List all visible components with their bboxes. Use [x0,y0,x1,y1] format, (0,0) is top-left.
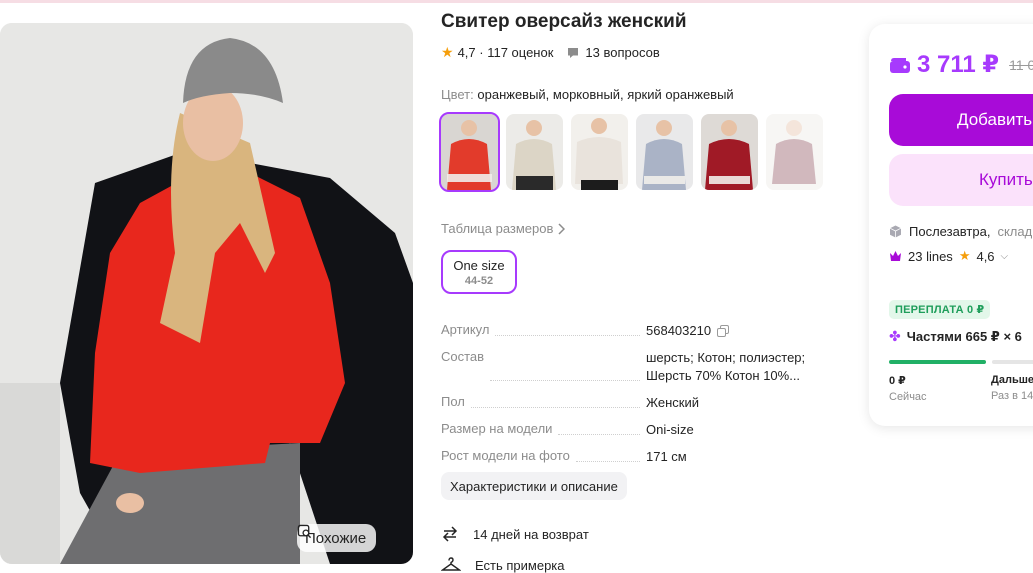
size-table-label: Таблица размеров [441,221,554,236]
payment-now-amount: 0 ₽ [889,375,906,387]
top-divider [0,0,1033,3]
payment-now-label: Сейчас [889,391,927,403]
installment-icon: ✤ [889,328,901,344]
delivery-date: Послезавтра, [909,224,991,239]
delivery-warehouse: склад [997,224,1033,239]
questions-count[interactable]: 13 вопросов [585,45,659,60]
purchase-card: 3 711 ₽ 11 00 Добавить Купить Послезавтр… [869,24,1033,426]
spec-value: Женский [646,395,699,410]
article-number: 568403210 [646,323,712,338]
chevron-right-icon [558,222,566,235]
progress-segment-paid [889,360,986,364]
main-product-photo[interactable]: Похожие [0,23,413,564]
payment-later-label: Раз в 14 [991,390,1033,402]
buy-now-button[interactable]: Купить [889,154,1033,206]
spec-key: Размер на модели [441,421,553,436]
spec-key: Артикул [441,322,490,337]
characteristics-button[interactable]: Характеристики и описание [441,472,627,500]
progress-segment-remaining [992,360,1033,364]
color-thumbnail[interactable] [701,114,758,190]
spec-row: Рост модели на фото 171 см [441,448,811,466]
question-bubble-icon [568,47,579,58]
crown-icon [890,251,901,261]
color-row: Цвет: оранжевый, морковный, яркий оранже… [441,87,734,102]
wallet-icon [890,57,910,73]
overpay-badge: ПЕРЕПЛАТА 0 ₽ [889,300,991,319]
size-name: One size [453,258,505,273]
installment-offer[interactable]: ✤ Частями 665 ₽ × 6 [889,328,1022,345]
spec-list: Артикул 568403210 Состав шерсть; Котон; … [441,322,811,475]
color-thumbnails [439,112,823,192]
rating-row[interactable]: ★ 4,7 · 117 оценок 13 вопросов [441,44,660,61]
size-range: 44-52 [464,275,494,287]
seller-info[interactable]: 23 lines ★ 4,6 ⌵ [889,248,1008,264]
color-value: оранжевый, морковный, яркий оранжевый [477,87,734,102]
return-arrows-icon [442,526,458,542]
seller-rating: 4,6 [976,248,995,264]
size-table-link[interactable]: Таблица размеров [441,221,566,236]
color-thumbnail[interactable] [636,114,693,190]
return-policy-text: 14 дней на возврат [473,526,589,542]
installment-text: Частями 665 ₽ × 6 [906,328,1022,344]
spec-row: Размер на модели Oni-size [441,421,811,439]
delivery-info: Послезавтра, склад [889,224,1032,239]
similar-button-label: Похожие [305,529,367,547]
spec-row: Артикул 568403210 [441,322,811,340]
chevron-down-icon: ⌵ [1000,250,1009,262]
star-icon: ★ [958,248,971,263]
spec-value: шерсть; Котон; полиэстер; Шерсть 70% Кот… [646,350,806,383]
spec-row: Состав шерсть; Котон; полиэстер; Шерсть … [441,349,811,385]
color-thumbnail[interactable] [766,114,823,190]
model-photo-illustration [0,23,413,564]
price-row: 3 711 ₽ 11 00 [889,50,1033,79]
return-policy-row[interactable]: 14 дней на возврат [441,526,589,542]
star-icon: ★ [441,44,454,60]
fitting-row[interactable]: Есть примерка [441,557,565,573]
installment-progress [889,360,1033,364]
spec-key: Пол [441,394,465,409]
box-icon [889,225,902,238]
color-thumbnail[interactable] [506,114,563,190]
visual-search-icon [297,524,312,539]
rating-value: 4,7 [457,45,476,60]
spec-key: Состав [441,349,485,364]
payment-schedule: 0 ₽ Сейчас Дальше Раз в 14 [889,374,1033,403]
seller-name[interactable]: 23 lines [908,249,953,264]
product-title: Свитер оверсайз женский [441,11,687,32]
size-option[interactable]: One size 44-52 [441,250,517,294]
spec-key: Рост модели на фото [441,448,570,463]
fitting-text: Есть примерка [475,557,565,573]
add-to-cart-button[interactable]: Добавить [889,94,1033,146]
spec-value: Oni-size [646,422,694,437]
reviews-count[interactable]: · 117 оценок [479,45,553,60]
hanger-icon [441,557,461,571]
color-thumbnail[interactable] [571,114,628,190]
current-price: 3 711 ₽ [917,51,1000,78]
spec-row: Пол Женский [441,394,811,412]
payment-later-amount: Дальше [991,374,1033,386]
color-label: Цвет: [441,87,474,102]
old-price: 11 00 [1009,56,1033,73]
similar-button[interactable]: Похожие [297,524,377,552]
spec-value: 171 см [646,449,687,464]
color-thumbnail[interactable] [439,112,500,192]
copy-icon[interactable] [717,325,730,337]
